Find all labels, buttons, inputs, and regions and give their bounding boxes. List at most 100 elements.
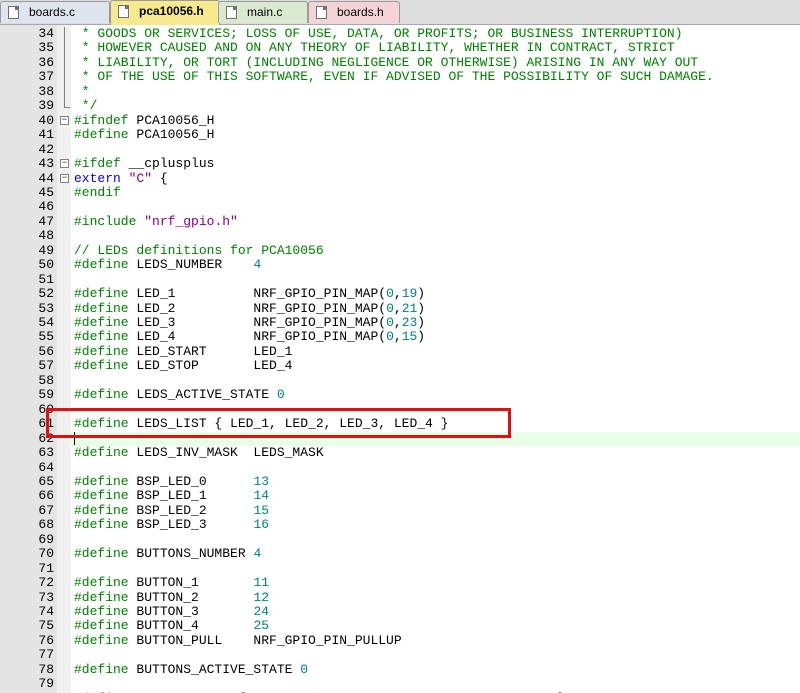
code-line[interactable]: 63 #define LEDS_INV_MASK LEDS_MASK [0, 446, 800, 460]
code-token: LED_START LED_1 [128, 343, 293, 359]
code-token: #define [74, 445, 129, 461]
line-number: 58 [38, 372, 54, 388]
code-token: * [74, 83, 90, 99]
code-line[interactable]: 37 * OF THE USE OF THIS SOFTWARE, EVEN I… [0, 69, 800, 86]
code-line[interactable]: 41 #define PCA10056_H [0, 128, 800, 142]
code-line[interactable]: 77 [0, 648, 800, 662]
code-line[interactable]: 35 * HOWEVER CAUSED AND ON ANY THEORY OF… [0, 41, 800, 57]
code-line[interactable]: 71 [0, 560, 800, 576]
line-number: 64 [38, 459, 54, 475]
editor-tab-bar: boards.c pca10056.h main.c boards.h [0, 0, 800, 25]
code-line[interactable]: 67 #define BSP_LED_2 15 [0, 502, 800, 518]
code-line[interactable]: 75 #define BUTTON_4 25 [0, 619, 800, 633]
code-line[interactable]: 64 [0, 459, 800, 475]
code-text: #define LED_1 NRF_GPIO_PIN_MAP(0,19) [74, 287, 425, 301]
code-line[interactable]: 66 #define BSP_LED_1 14 [0, 489, 800, 503]
code-token: 25 [253, 618, 270, 634]
code-line[interactable]: 45 #endif [0, 184, 800, 200]
code-token: #define [74, 632, 129, 648]
line-number: 52 [38, 286, 54, 302]
code-line[interactable]: 44− extern "C" { [0, 170, 800, 186]
fold-toggle-icon[interactable]: − [60, 159, 69, 169]
fold-toggle-icon[interactable]: − [60, 173, 69, 183]
line-number: 77 [38, 647, 54, 663]
tab-boards-h[interactable]: boards.h [308, 1, 400, 23]
code-token: BSP_LED_3 [128, 517, 254, 533]
code-line[interactable]: 69 [0, 532, 800, 547]
code-text: #define BUTTONS_ACTIVE_STATE 0 [74, 662, 308, 677]
code-line[interactable]: 54 #define LED_3 NRF_GPIO_PIN_MAP(0,23) [0, 316, 800, 330]
code-token: 23 [401, 315, 418, 330]
code-text: #define BUTTONS_NUMBER 4 [74, 547, 261, 561]
code-line[interactable]: 79 [0, 677, 800, 691]
code-token: BUTTON_2 [128, 589, 254, 605]
code-token: #define [74, 502, 129, 518]
code-line[interactable]: 56 #define LED_START LED_1 [0, 343, 800, 359]
code-line[interactable]: 70 #define BUTTONS_NUMBER 4 [0, 547, 800, 561]
tab-boards-c[interactable]: boards.c [0, 1, 110, 23]
code-line[interactable]: 57 #define LED_STOP LED_4 [0, 359, 800, 373]
code-token: #define [74, 589, 129, 605]
fold-toggle-icon[interactable]: − [60, 115, 69, 125]
line-number: 37 [38, 69, 54, 85]
line-number: 71 [38, 560, 54, 576]
line-number: 54 [38, 315, 54, 330]
code-token: #define [74, 329, 129, 345]
line-number: 66 [38, 488, 54, 504]
code-line[interactable]: 59 #define LEDS_ACTIVE_STATE 0 [0, 388, 800, 402]
code-line[interactable]: 34 * GOODS OR SERVICES; LOSS OF USE, DAT… [0, 27, 800, 42]
code-token: 4 [253, 257, 262, 273]
code-line[interactable]: 36 * LIABILITY, OR TORT (INCLUDING NEGLI… [0, 55, 800, 71]
code-text: #define BSP_LED_2 15 [74, 502, 269, 518]
code-line[interactable]: 48 [0, 229, 800, 243]
tab-pca10056-h[interactable]: pca10056.h [110, 0, 220, 25]
line-number: 45 [38, 184, 54, 200]
code-line[interactable]: 55 #define LED_4 NRF_GPIO_PIN_MAP(0,15) [0, 330, 800, 344]
line-number: 43 [38, 156, 54, 172]
code-token: 13 [253, 473, 270, 489]
code-token: LED_4 NRF_GPIO_PIN_MAP( [128, 329, 387, 345]
tab-label: pca10056.h [139, 4, 204, 18]
line-number: 73 [38, 589, 54, 605]
code-line[interactable]: 39 */ [0, 99, 800, 113]
code-text: * GOODS OR SERVICES; LOSS OF USE, DATA, … [74, 27, 683, 41]
code-line[interactable]: 50 #define LEDS_NUMBER 4 [0, 258, 800, 272]
code-line[interactable]: 51 [0, 272, 800, 287]
code-token: 0 [386, 329, 394, 345]
code-token: 14 [253, 488, 270, 504]
line-number: 68 [38, 517, 54, 533]
code-line[interactable]: 53 #define LED_2 NRF_GPIO_PIN_MAP(0,21) [0, 300, 800, 316]
code-line[interactable]: 52 #define LED_1 NRF_GPIO_PIN_MAP(0,19) [0, 287, 800, 301]
code-line[interactable]: 76 #define BUTTON_PULL NRF_GPIO_PIN_PULLU… [0, 632, 800, 648]
code-token: BSP_LED_0 [128, 473, 254, 489]
code-line[interactable]: 40− #ifndef PCA10056_H [0, 113, 800, 128]
code-line[interactable]: 73 #define BUTTON_2 12 [0, 589, 800, 605]
code-text: #define LED_STOP LED_4 [74, 359, 292, 373]
code-token: ) [417, 329, 426, 345]
code-token: extern [74, 170, 121, 186]
line-number: 57 [38, 358, 54, 374]
code-line[interactable]: 58 [0, 372, 800, 388]
code-line[interactable]: 43− #ifdef __cplusplus [0, 157, 800, 171]
code-token: LEDS_NUMBER [128, 257, 254, 273]
file-icon [316, 6, 327, 19]
tab-main-c[interactable]: main.c [218, 1, 308, 23]
code-text: #define BSP_LED_0 13 [74, 473, 270, 489]
code-line[interactable]: 38 * [0, 83, 800, 100]
code-editor[interactable]: 34 * GOODS OR SERVICES; LOSS OF USE, DAT… [0, 25, 800, 693]
code-token: 12 [253, 589, 270, 605]
code-token: "nrf_gpio.h" [144, 213, 238, 229]
code-token: , [393, 315, 402, 330]
code-line[interactable]: 68 #define BSP_LED_3 16 [0, 518, 800, 532]
fold-line-icon [64, 55, 65, 71]
code-line[interactable]: 78 #define BUTTONS_ACTIVE_STATE 0 [0, 662, 800, 677]
code-line[interactable]: 72 #define BUTTON_1 11 [0, 576, 800, 590]
code-token: , [393, 300, 402, 316]
code-line[interactable]: 74 #define BUTTON_3 24 [0, 605, 800, 619]
code-line[interactable]: 65 #define BSP_LED_0 13 [0, 473, 800, 489]
code-line[interactable]: 46 [0, 200, 800, 214]
code-line[interactable]: 49 // LEDs definitions for PCA10056 [0, 243, 800, 258]
code-line[interactable]: 47 #include "nrf_gpio.h" [0, 213, 800, 229]
code-token: BUTTON_PULL NRF_GPIO_PIN_PULLUP [128, 632, 402, 648]
code-line[interactable]: 42 [0, 142, 800, 157]
